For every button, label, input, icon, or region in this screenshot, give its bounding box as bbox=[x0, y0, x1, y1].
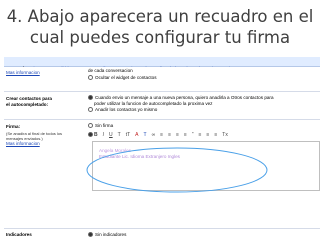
slide-title-line-1: 4. Abajo aparecera un recuadro en el bbox=[6, 7, 314, 26]
align-right-button[interactable]: ≡ bbox=[214, 132, 217, 138]
option-top-text: de cada conversacion bbox=[88, 68, 133, 73]
numbered-list-button[interactable]: ≡ bbox=[160, 132, 163, 138]
option-no-signature[interactable]: Sin firma bbox=[88, 123, 113, 129]
option-no-indicators[interactable]: Sin indicadores bbox=[88, 232, 126, 238]
more-info-link-1[interactable]: Mas informacion bbox=[6, 70, 40, 75]
slide-title-line-2: cual puedes configurar tu firma bbox=[29, 28, 291, 47]
radio-icon[interactable] bbox=[88, 75, 93, 81]
text-color-button[interactable]: A bbox=[135, 132, 138, 138]
settings-tab-bar: GeneralEtiquetasRecibidosCuentasFiltrosR… bbox=[4, 57, 320, 71]
option-hide-widget[interactable]: Ocultar el widget de contactos bbox=[88, 75, 157, 81]
font-size-button[interactable]: tT bbox=[126, 132, 130, 138]
radio-selected-icon[interactable] bbox=[88, 132, 93, 138]
link-button[interactable]: ∞ bbox=[152, 132, 156, 138]
more-info-link-2[interactable]: Mas informacion bbox=[6, 141, 40, 146]
bullet-list-button[interactable]: ≡ bbox=[168, 132, 171, 138]
option-auto-add-line2: poder utilizar la funcion de autocomplet… bbox=[94, 101, 213, 106]
create-contacts-label-2: el autocompletado: bbox=[6, 102, 49, 107]
italic-button[interactable]: I bbox=[103, 132, 104, 138]
indicators-label: Indicadores bbox=[6, 232, 32, 237]
settings-row-autocomplete: Crear contactos para el autocompletado: … bbox=[4, 92, 320, 120]
radio-icon[interactable] bbox=[88, 123, 93, 129]
align-left-button[interactable]: ≡ bbox=[199, 132, 202, 138]
settings-row-indicators: Indicadores Sin indicadores bbox=[4, 229, 320, 240]
settings-body: Mas informacion de cada conversacion Ocu… bbox=[4, 67, 320, 240]
highlight-button[interactable]: T bbox=[144, 132, 147, 138]
remove-formatting-button[interactable]: Tx bbox=[222, 132, 228, 138]
quote-button[interactable]: “ bbox=[192, 132, 194, 138]
option-add-manually[interactable]: Anadir los contactos yo mismo bbox=[88, 107, 157, 113]
settings-row-contacts-widget: Mas informacion de cada conversacion Ocu… bbox=[4, 67, 320, 92]
radio-selected-icon[interactable] bbox=[88, 232, 93, 238]
signature-label: Firma: bbox=[6, 124, 21, 129]
slide-title: 4. Abajo aparecera un recuadro en el cua… bbox=[0, 6, 320, 48]
create-contacts-label: Crear contactos para bbox=[6, 96, 52, 101]
radio-selected-icon[interactable] bbox=[88, 95, 93, 101]
signature-formatting-toolbar: B I U TtT A T ∞ ≡ ≡ ≡ ≡ “≡ ≡ ≡ Tx bbox=[94, 132, 316, 140]
gmail-settings-screenshot: GeneralEtiquetasRecibidosCuentasFiltrosR… bbox=[4, 57, 320, 240]
option-auto-add[interactable]: Cuando envio un mensaje a una nueva pers… bbox=[88, 95, 274, 101]
bold-button[interactable]: B bbox=[94, 132, 98, 138]
radio-icon[interactable] bbox=[88, 107, 93, 113]
highlight-ellipse bbox=[86, 147, 268, 193]
font-button[interactable]: T bbox=[118, 132, 121, 138]
underline-button[interactable]: U bbox=[109, 132, 113, 138]
indent-less-button[interactable]: ≡ bbox=[176, 132, 179, 138]
indent-more-button[interactable]: ≡ bbox=[184, 132, 187, 138]
align-center-button[interactable]: ≡ bbox=[206, 132, 209, 138]
settings-row-signature: Firma: (Se anadira al final de todos los… bbox=[4, 120, 320, 229]
